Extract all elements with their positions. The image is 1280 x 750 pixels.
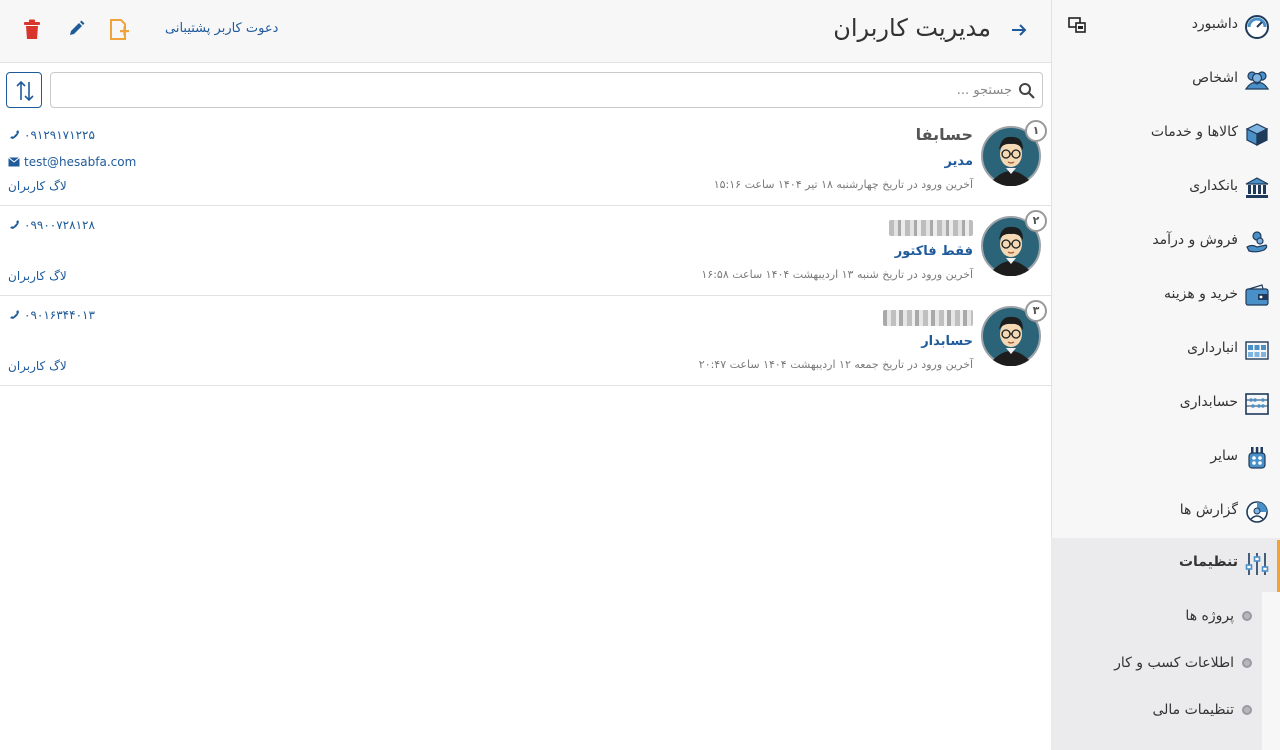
sort-button[interactable]	[6, 72, 42, 108]
bullet-icon	[1242, 705, 1252, 715]
sidebar-item-label: انبارداری	[1187, 340, 1238, 356]
row-number-badge: ۲	[1025, 210, 1047, 232]
last-login-text: آخرین ورود در تاریخ جمعه ۱۲ اردیبهشت ۱۴۰…	[698, 358, 973, 371]
sidebar-item-people[interactable]: اشخاص	[1051, 54, 1280, 108]
phone-icon	[10, 130, 19, 139]
abacus-icon	[1245, 393, 1269, 415]
user-email[interactable]: test@hesabfa.com	[8, 155, 136, 169]
user-log-link[interactable]: لاگ کاربران	[8, 179, 67, 193]
sidebar: داشبورد اشخاص کالاها و خدمات بانکداری فر…	[1051, 0, 1280, 750]
sort-arrows-icon	[16, 80, 34, 102]
submenu-item-financial-settings[interactable]: تنظیمات مالی	[1051, 688, 1262, 734]
user-row[interactable]: ۲ فقط فاکتور آخرین ورود در تاریخ شنبه ۱۳…	[0, 206, 1051, 296]
search-box[interactable]	[50, 72, 1043, 108]
delete-button[interactable]	[22, 19, 44, 41]
sidebar-item-settings[interactable]: تنظیمات	[1051, 538, 1280, 592]
trash-icon	[24, 19, 40, 39]
people-icon	[1244, 71, 1270, 90]
user-role: مدیر	[944, 154, 973, 169]
sidebar-item-dashboard[interactable]: داشبورد	[1051, 0, 1280, 54]
sidebar-item-label: گزارش ها	[1179, 502, 1238, 518]
blurred-user-name	[889, 220, 973, 236]
submenu-item-business-info[interactable]: اطلاعات کسب و کار	[1051, 641, 1262, 687]
phone-text: ۰۹۰۱۶۳۴۴۰۱۳	[24, 308, 95, 322]
sidebar-item-label: بانکداری	[1189, 178, 1238, 194]
search-input[interactable]	[62, 79, 1012, 101]
sidebar-item-label: سایر	[1210, 448, 1238, 464]
sidebar-item-label: خرید و هزینه	[1163, 286, 1238, 302]
add-user-button[interactable]	[108, 19, 130, 41]
submenu-item-label: تنظیمات مالی	[1152, 702, 1234, 718]
dashboard-icon	[1245, 15, 1269, 39]
submenu-item-projects[interactable]: پروژه ها	[1051, 594, 1262, 640]
sidebar-item-label: فروش و درآمد	[1152, 232, 1238, 248]
app-window: دعوت کاربر پشتیبانی مدیریت کاربران جستجو…	[0, 0, 1280, 750]
phone-icon	[10, 310, 19, 319]
box-icon	[1245, 123, 1269, 146]
sidebar-item-other[interactable]: سایر	[1051, 432, 1280, 486]
phone-text: ۰۹۹۰۰۷۲۸۱۲۸	[24, 218, 95, 232]
sidebar-item-label: داشبورد	[1191, 16, 1238, 32]
user-log-link[interactable]: لاگ کاربران	[8, 269, 67, 283]
user-role: فقط فاکتور	[894, 244, 973, 259]
invite-support-user-link[interactable]: دعوت کاربر پشتیبانی	[165, 21, 278, 36]
submenu-item-label: پروژه ها	[1185, 608, 1234, 624]
mail-icon	[8, 157, 20, 167]
sidebar-item-label: اشخاص	[1192, 70, 1238, 86]
income-icon	[1246, 231, 1268, 253]
bullet-icon	[1242, 658, 1252, 668]
user-phone[interactable]: ۰۹۹۰۰۷۲۸۱۲۸	[8, 218, 95, 232]
bank-icon	[1245, 177, 1269, 198]
bullet-icon	[1242, 611, 1252, 621]
row-number-badge: ۱	[1025, 120, 1047, 142]
phone-icon	[10, 220, 19, 229]
user-name: حسابفا	[915, 125, 973, 144]
wallet-icon	[1245, 284, 1269, 306]
submenu-item-label: اطلاعات کسب و کار	[1114, 655, 1234, 671]
row-number-badge: ۳	[1025, 300, 1047, 322]
back-arrow-icon[interactable]	[1011, 22, 1027, 38]
header-bar: دعوت کاربر پشتیبانی مدیریت کاربران	[0, 0, 1051, 63]
user-phone[interactable]: ۰۹۱۲۹۱۷۱۲۲۵	[8, 128, 95, 142]
blurred-user-name	[883, 310, 973, 326]
user-role: حسابدار	[921, 334, 973, 349]
search-icon	[1018, 82, 1036, 100]
sidebar-item-purchases[interactable]: خرید و هزینه	[1051, 270, 1280, 324]
sidebar-item-label: تنظیمات	[1178, 554, 1238, 570]
sidebar-item-banking[interactable]: بانکداری	[1051, 162, 1280, 216]
user-row[interactable]: ۳ حسابدار آخرین ورود در تاریخ جمعه ۱۲ ار…	[0, 296, 1051, 386]
report-icon	[1246, 501, 1268, 523]
pencil-icon	[70, 20, 85, 35]
user-list: ۱ حسابفا مدیر آخرین ورود در تاریخ چهارشن…	[0, 116, 1051, 386]
page-title: مدیریت کاربران	[833, 14, 991, 42]
edit-button[interactable]	[66, 19, 88, 41]
add-file-icon	[110, 19, 129, 40]
email-text: test@hesabfa.com	[24, 155, 137, 169]
user-phone[interactable]: ۰۹۰۱۶۳۴۴۰۱۳	[8, 308, 95, 322]
other-icon	[1248, 447, 1266, 469]
last-login-text: آخرین ورود در تاریخ چهارشنبه ۱۸ تیر ۱۴۰۴…	[713, 178, 973, 191]
sidebar-item-products[interactable]: کالاها و خدمات	[1051, 108, 1280, 162]
sidebar-item-accounting[interactable]: حسابداری	[1051, 378, 1280, 432]
user-log-link[interactable]: لاگ کاربران	[8, 359, 67, 373]
sidebar-item-label: حسابداری	[1179, 394, 1238, 410]
phone-text: ۰۹۱۲۹۱۷۱۲۲۵	[24, 128, 95, 142]
sidebar-item-sales[interactable]: فروش و درآمد	[1051, 216, 1280, 270]
sidebar-item-reports[interactable]: گزارش ها	[1051, 486, 1280, 540]
settings-submenu: پروژه ها اطلاعات کسب و کار تنظیمات مالی	[1051, 592, 1262, 750]
sidebar-item-label: کالاها و خدمات	[1150, 124, 1238, 140]
settings-sliders-icon	[1245, 553, 1269, 575]
warehouse-icon	[1245, 341, 1269, 360]
user-row[interactable]: ۱ حسابفا مدیر آخرین ورود در تاریخ چهارشن…	[0, 116, 1051, 206]
sidebar-item-warehouse[interactable]: انبارداری	[1051, 324, 1280, 378]
last-login-text: آخرین ورود در تاریخ شنبه ۱۳ اردیبهشت ۱۴۰…	[701, 268, 973, 281]
